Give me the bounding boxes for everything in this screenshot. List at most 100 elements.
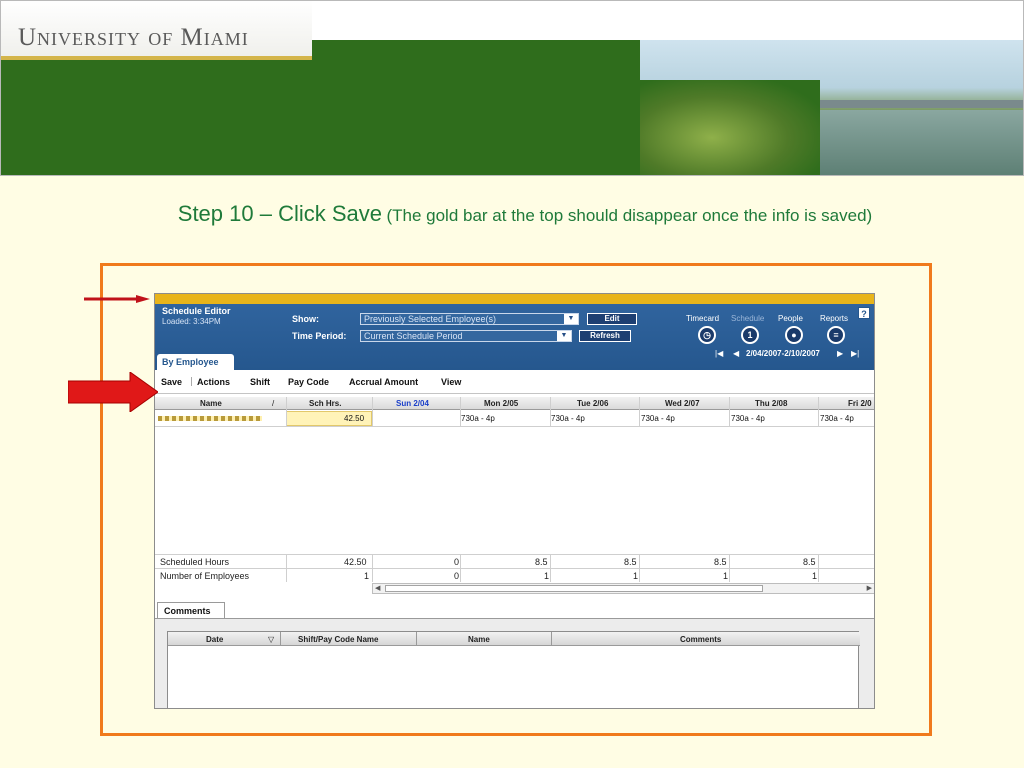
- sch-hrs-value: 42.50: [344, 414, 365, 423]
- refresh-button[interactable]: Refresh: [579, 330, 631, 342]
- table-row[interactable]: 42.50 730a - 4p 730a - 4p 730a - 4p 730a…: [155, 411, 874, 427]
- chevron-down-icon: ▼: [564, 314, 578, 324]
- menu-shift[interactable]: Shift: [250, 377, 270, 387]
- scroll-thumb[interactable]: [385, 585, 763, 592]
- mon-shift[interactable]: 730a - 4p: [461, 414, 495, 423]
- col-thu[interactable]: Thu 2/08: [755, 399, 787, 408]
- column-divider: [286, 554, 287, 582]
- col-tue[interactable]: Tue 2/06: [577, 399, 608, 408]
- time-period-select-value: Current Schedule Period: [364, 331, 463, 341]
- nav-schedule-label: Schedule: [731, 314, 765, 323]
- comments-col-comments[interactable]: Comments: [680, 635, 721, 644]
- unsaved-changes-bar: [155, 294, 874, 304]
- photo-bridge: [790, 100, 1024, 108]
- summary-value: 1: [723, 571, 729, 581]
- menu-view[interactable]: View: [441, 377, 461, 387]
- reports-document-icon[interactable]: ≡: [827, 326, 845, 344]
- caption-main: Step 10 – Click Save: [177, 201, 382, 226]
- horizontal-scrollbar[interactable]: ◀ ▶: [372, 583, 874, 594]
- grid-header: Name / Sch Hrs. Sun 2/04 Mon 2/05 Tue 2/…: [155, 397, 874, 410]
- col-name[interactable]: Name: [200, 399, 222, 408]
- summary-scheduled-hours: Scheduled Hours 42.50 0 8.5 8.5 8.5 8.5: [155, 554, 874, 568]
- wed-shift[interactable]: 730a - 4p: [641, 414, 675, 423]
- summary-value: 1: [544, 571, 550, 581]
- next-period-icon[interactable]: ▶: [837, 349, 843, 358]
- summary-value: 0: [454, 571, 460, 581]
- comments-header: Date ▽ Shift/Pay Code Name Name Comments: [168, 632, 860, 646]
- tab-by-employee[interactable]: By Employee: [157, 354, 234, 370]
- column-divider: [416, 632, 417, 646]
- comments-col-shift-pay-code[interactable]: Shift/Pay Code Name: [298, 635, 378, 644]
- column-divider: [818, 397, 819, 426]
- menu-divider: [191, 377, 192, 386]
- column-divider: [639, 554, 640, 582]
- banner: University of Miami: [0, 0, 1024, 176]
- summary-value: 1: [633, 571, 639, 581]
- editor-title: Schedule Editor: [162, 306, 231, 316]
- chevron-down-icon: ▼: [557, 331, 571, 341]
- menu-save[interactable]: Save: [161, 377, 182, 387]
- edit-button[interactable]: Edit: [587, 313, 637, 325]
- col-fri[interactable]: Fri 2/0: [848, 399, 872, 408]
- people-person-icon[interactable]: ●: [785, 326, 803, 344]
- summary-value: 8.5: [535, 557, 548, 567]
- schedule-calendar-icon[interactable]: 1: [741, 326, 759, 344]
- col-sun[interactable]: Sun 2/04: [396, 399, 429, 408]
- col-mon[interactable]: Mon 2/05: [484, 399, 518, 408]
- schedule-editor-window: Schedule Editor Loaded: 3:34PM Show: Pre…: [154, 293, 875, 709]
- column-divider: [729, 397, 730, 426]
- menu-pay-code[interactable]: Pay Code: [288, 377, 329, 387]
- column-divider: [551, 632, 552, 646]
- col-wed[interactable]: Wed 2/07: [665, 399, 700, 408]
- fri-shift[interactable]: 730a - 4p: [820, 414, 854, 423]
- column-divider: [280, 632, 281, 646]
- column-divider: [729, 554, 730, 582]
- last-period-icon[interactable]: ▶|: [851, 349, 859, 358]
- tab-comments[interactable]: Comments: [157, 602, 225, 618]
- filter-icon[interactable]: ▽: [268, 635, 274, 644]
- caption-sub: (The gold bar at the top should disappea…: [386, 206, 873, 225]
- comments-col-name[interactable]: Name: [468, 635, 490, 644]
- column-divider: [460, 554, 461, 582]
- gold-bar-pointer-arrow-icon: [84, 295, 150, 303]
- column-divider: [639, 397, 640, 426]
- summary-value: 0: [454, 557, 460, 567]
- comments-panel: Date ▽ Shift/Pay Code Name Name Comments: [155, 618, 874, 708]
- help-icon[interactable]: ?: [858, 307, 870, 319]
- tue-shift[interactable]: 730a - 4p: [551, 414, 585, 423]
- menu-accrual-amount[interactable]: Accrual Amount: [349, 377, 418, 387]
- timecard-clock-icon[interactable]: ◷: [698, 326, 716, 344]
- show-select[interactable]: Previously Selected Employee(s) ▼: [360, 313, 579, 325]
- editor-header: Schedule Editor Loaded: 3:34PM Show: Pre…: [155, 304, 874, 370]
- column-divider: [372, 554, 373, 582]
- menu-actions[interactable]: Actions: [197, 377, 230, 387]
- nav-people-label: People: [778, 314, 803, 323]
- show-select-value: Previously Selected Employee(s): [364, 314, 497, 324]
- summary-value: 8.5: [714, 557, 727, 567]
- col-sch-hrs[interactable]: Sch Hrs.: [309, 399, 341, 408]
- summary-number-of-employees: Number of Employees 1 0 1 1 1 1: [155, 568, 874, 582]
- comments-col-date[interactable]: Date: [206, 635, 223, 644]
- summary-value: 42.50: [344, 557, 367, 567]
- column-divider: [286, 397, 287, 426]
- university-logo: University of Miami: [18, 24, 249, 51]
- step-caption: Step 10 – Click Save (The gold bar at th…: [140, 200, 910, 231]
- first-period-icon[interactable]: |◀: [715, 349, 723, 358]
- photo-plant: [640, 80, 820, 176]
- employee-name-redacted: [158, 416, 262, 421]
- summary-value: 8.5: [803, 557, 816, 567]
- summary-value: 1: [364, 571, 370, 581]
- save-pointer-arrow-icon: [68, 372, 158, 412]
- summary-label: Scheduled Hours: [160, 557, 230, 567]
- scroll-right-icon[interactable]: ▶: [867, 584, 872, 592]
- column-divider: [460, 397, 461, 426]
- editor-menu-bar: Save Actions Shift Pay Code Accrual Amou…: [155, 370, 874, 394]
- time-period-select[interactable]: Current Schedule Period ▼: [360, 330, 572, 342]
- logo-area: University of Miami: [0, 0, 312, 60]
- date-range: 2/04/2007-2/10/2007: [746, 349, 820, 358]
- time-period-label: Time Period:: [292, 331, 347, 341]
- thu-shift[interactable]: 730a - 4p: [731, 414, 765, 423]
- scroll-left-icon[interactable]: ◀: [375, 584, 380, 592]
- previous-period-icon[interactable]: ◀: [733, 349, 739, 358]
- column-divider: [550, 397, 551, 426]
